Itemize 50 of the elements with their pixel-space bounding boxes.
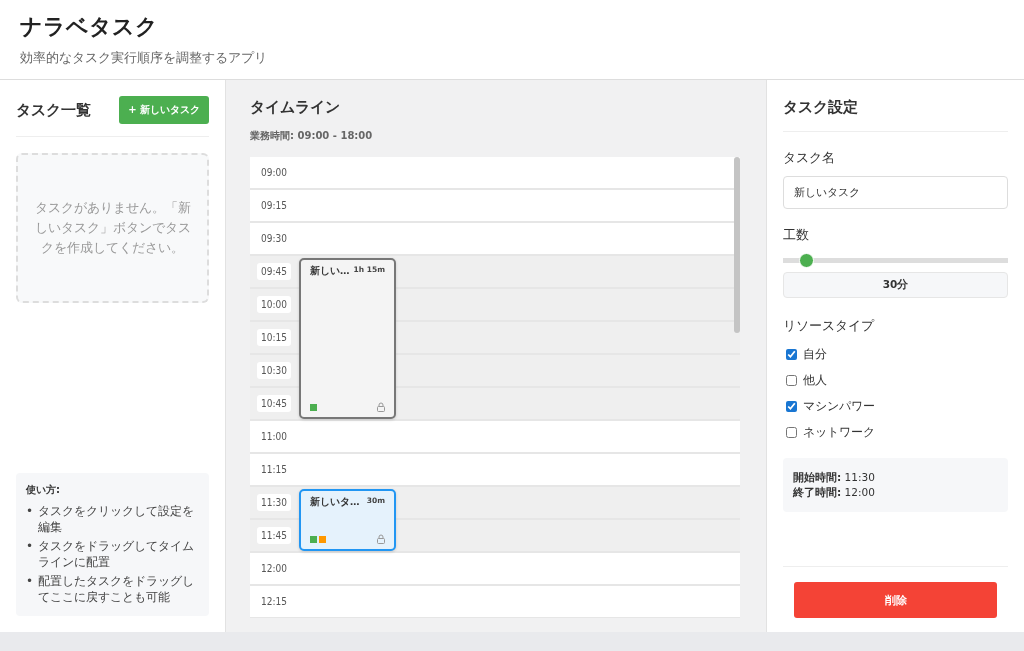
end-time: 終了時間: 12:00 xyxy=(793,485,876,500)
bullet: • xyxy=(26,503,34,520)
panel-title: タイムライン xyxy=(250,98,341,117)
checkbox-label: 自分 xyxy=(803,345,827,363)
time-label: 10:45 xyxy=(257,395,291,412)
checkbox-label: 他人 xyxy=(803,371,827,389)
time-label: 11:15 xyxy=(260,463,288,477)
time-label: 09:30 xyxy=(260,232,288,246)
field-label: タスク名 xyxy=(783,150,836,167)
business-hours: 業務時間: 09:00 - 18:00 xyxy=(250,129,374,143)
effort-value: 30分 xyxy=(783,272,1008,298)
task-name-input[interactable]: 新しいタスク xyxy=(783,176,1008,209)
help-item: タスクをドラッグしてタイムラインに配置 xyxy=(38,538,196,570)
app-title: ナラベタスク xyxy=(20,13,159,41)
help-item: タスクをクリックして設定を編集 xyxy=(38,503,196,535)
resource-checkbox[interactable] xyxy=(786,400,797,412)
resource-checkbox[interactable] xyxy=(786,348,797,360)
time-label: 10:30 xyxy=(257,362,291,379)
bullet: • xyxy=(26,573,34,590)
panel-title: タスク設定 xyxy=(783,98,859,117)
task-title: 新しいタ… xyxy=(310,496,360,509)
delete-button[interactable]: 削除 xyxy=(794,582,997,618)
time-label: 09:45 xyxy=(257,263,291,280)
start-time: 開始時間: 11:30 xyxy=(793,470,876,485)
field-label: リソースタイプ xyxy=(783,318,876,335)
time-label: 10:15 xyxy=(257,329,291,346)
time-label: 12:15 xyxy=(260,595,288,609)
time-label: 11:45 xyxy=(257,527,291,544)
time-label: 10:00 xyxy=(257,296,291,313)
empty-message: タスクがありません。「新しいタスク」ボタンでタスクを作成してください。 xyxy=(33,199,192,257)
lock-icon[interactable] xyxy=(377,402,385,412)
time-label: 09:00 xyxy=(260,166,288,180)
bullet: • xyxy=(26,538,34,555)
scrollbar[interactable] xyxy=(734,157,740,333)
resource-checkbox[interactable] xyxy=(786,374,797,386)
checkbox-label: ネットワーク xyxy=(803,423,875,441)
slider-thumb[interactable] xyxy=(798,253,814,268)
time-label: 09:15 xyxy=(260,199,288,213)
task-title: 新しい… xyxy=(310,265,350,278)
resource-checkbox[interactable] xyxy=(786,426,797,438)
panel-title: タスク一覧 xyxy=(16,100,91,120)
field-label: 工数 xyxy=(783,227,810,244)
app-subtitle: 効率的なタスク実行順序を調整するアプリ xyxy=(20,50,268,67)
help-item: 配置したタスクをドラッグしてここに戻すことも可能 xyxy=(38,573,196,605)
time-label: 11:30 xyxy=(257,494,291,511)
time-label: 11:00 xyxy=(260,430,288,444)
checkbox-label: マシンパワー xyxy=(803,397,875,415)
help-title: 使い方: xyxy=(26,483,61,497)
lock-icon[interactable] xyxy=(377,534,385,544)
time-label: 12:00 xyxy=(260,562,288,576)
